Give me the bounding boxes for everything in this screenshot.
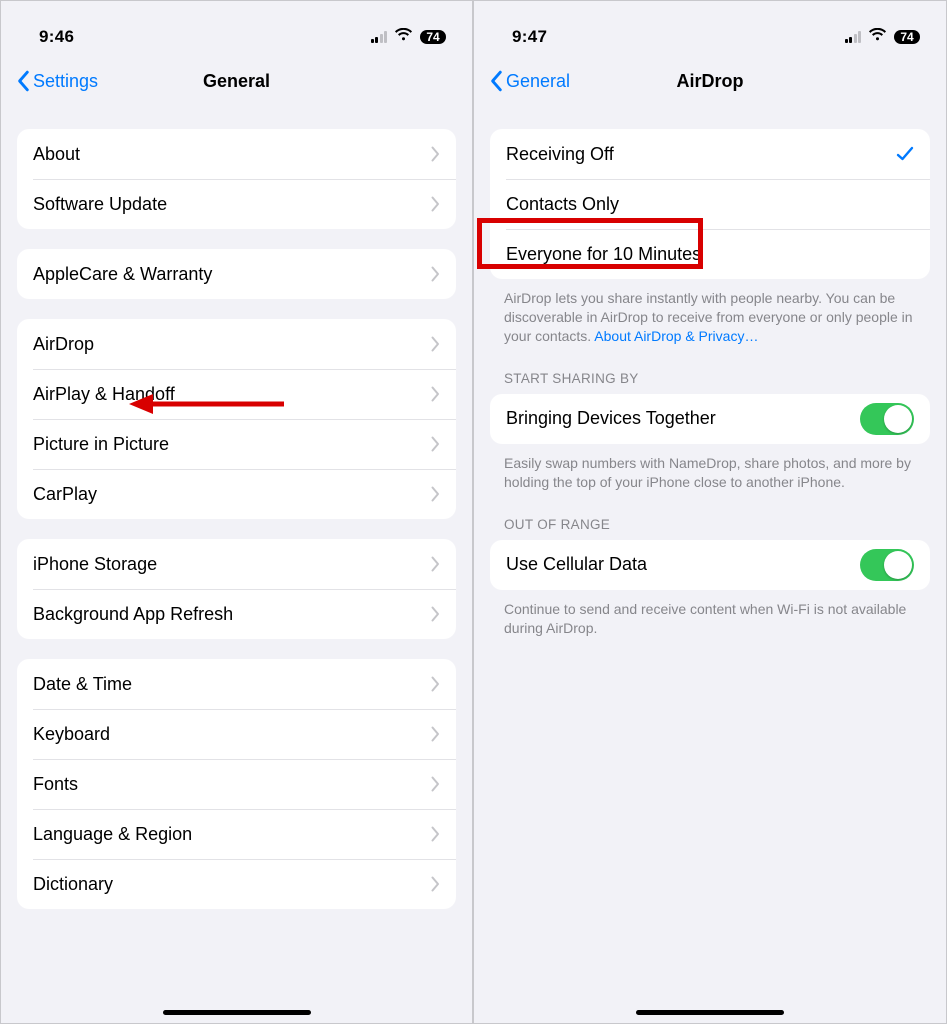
row-keyboard[interactable]: Keyboard bbox=[17, 709, 456, 759]
row-language-region[interactable]: Language & Region bbox=[17, 809, 456, 859]
section-header-out-of-range: Out of Range bbox=[474, 492, 946, 536]
back-button[interactable]: General bbox=[484, 66, 576, 96]
row-label: Receiving Off bbox=[506, 144, 896, 165]
nav-bar: General AirDrop bbox=[474, 59, 946, 103]
battery-level-icon: 74 bbox=[420, 30, 446, 44]
row-label: Picture in Picture bbox=[33, 434, 431, 455]
row-label: AppleCare & Warranty bbox=[33, 264, 431, 285]
row-label: About bbox=[33, 144, 431, 165]
row-label: Software Update bbox=[33, 194, 431, 215]
wifi-icon bbox=[868, 28, 887, 47]
chevron-right-icon bbox=[431, 556, 440, 572]
status-time: 9:46 bbox=[39, 27, 74, 47]
row-airplay-handoff[interactable]: AirPlay & Handoff bbox=[17, 369, 456, 419]
row-use-cellular-data[interactable]: Use Cellular Data bbox=[490, 540, 930, 590]
home-indicator bbox=[636, 1010, 784, 1015]
sharing-group: Bringing Devices Together bbox=[490, 394, 930, 444]
row-about[interactable]: About bbox=[17, 129, 456, 179]
row-background-app-refresh[interactable]: Background App Refresh bbox=[17, 589, 456, 639]
airdrop-description: AirDrop lets you share instantly with pe… bbox=[474, 279, 946, 346]
nav-bar: Settings General bbox=[1, 59, 472, 103]
row-label: Date & Time bbox=[33, 674, 431, 695]
chevron-right-icon bbox=[431, 826, 440, 842]
row-label: CarPlay bbox=[33, 484, 431, 505]
battery-level-icon: 74 bbox=[894, 30, 920, 44]
settings-group: About Software Update bbox=[17, 129, 456, 229]
cellular-signal-icon bbox=[845, 31, 862, 43]
chevron-right-icon bbox=[431, 606, 440, 622]
row-label: AirPlay & Handoff bbox=[33, 384, 431, 405]
row-label: Everyone for 10 Minutes bbox=[506, 244, 914, 265]
chevron-right-icon bbox=[431, 146, 440, 162]
settings-group: Date & Time Keyboard Fonts Language & Re… bbox=[17, 659, 456, 909]
row-label: Contacts Only bbox=[506, 194, 914, 215]
screen-general-settings: 9:46 74 Settings General About Software … bbox=[0, 0, 473, 1024]
row-label: Dictionary bbox=[33, 874, 431, 895]
chevron-right-icon bbox=[431, 336, 440, 352]
row-label: AirDrop bbox=[33, 334, 431, 355]
row-bringing-devices-together[interactable]: Bringing Devices Together bbox=[490, 394, 930, 444]
chevron-right-icon bbox=[431, 436, 440, 452]
airdrop-receiving-group: Receiving Off Contacts Only Everyone for… bbox=[490, 129, 930, 279]
row-label: Background App Refresh bbox=[33, 604, 431, 625]
cellular-description: Continue to send and receive content whe… bbox=[474, 590, 946, 638]
toggle-switch[interactable] bbox=[860, 403, 914, 435]
chevron-right-icon bbox=[431, 486, 440, 502]
settings-group: iPhone Storage Background App Refresh bbox=[17, 539, 456, 639]
status-bar: 9:47 74 bbox=[474, 1, 946, 59]
row-dictionary[interactable]: Dictionary bbox=[17, 859, 456, 909]
row-carplay[interactable]: CarPlay bbox=[17, 469, 456, 519]
settings-group: AppleCare & Warranty bbox=[17, 249, 456, 299]
toggle-switch[interactable] bbox=[860, 549, 914, 581]
row-airdrop[interactable]: AirDrop bbox=[17, 319, 456, 369]
section-header-sharing: Start Sharing By bbox=[474, 346, 946, 390]
chevron-right-icon bbox=[431, 386, 440, 402]
row-label: Keyboard bbox=[33, 724, 431, 745]
option-receiving-off[interactable]: Receiving Off bbox=[490, 129, 930, 179]
sharing-description: Easily swap numbers with NameDrop, share… bbox=[474, 444, 946, 492]
row-fonts[interactable]: Fonts bbox=[17, 759, 456, 809]
status-bar: 9:46 74 bbox=[1, 1, 472, 59]
checkmark-icon bbox=[896, 145, 914, 163]
chevron-right-icon bbox=[431, 676, 440, 692]
back-button-label: Settings bbox=[33, 71, 98, 92]
screen-airdrop-settings: 9:47 74 General AirDrop Receiving Off Co… bbox=[473, 0, 947, 1024]
back-button[interactable]: Settings bbox=[11, 66, 104, 96]
chevron-right-icon bbox=[431, 196, 440, 212]
row-date-time[interactable]: Date & Time bbox=[17, 659, 456, 709]
chevron-right-icon bbox=[431, 726, 440, 742]
status-icons: 74 bbox=[845, 28, 921, 47]
row-label: Language & Region bbox=[33, 824, 431, 845]
status-icons: 74 bbox=[371, 28, 447, 47]
row-applecare-warranty[interactable]: AppleCare & Warranty bbox=[17, 249, 456, 299]
cellular-group: Use Cellular Data bbox=[490, 540, 930, 590]
row-label: Use Cellular Data bbox=[506, 554, 860, 575]
chevron-right-icon bbox=[431, 876, 440, 892]
row-label: Fonts bbox=[33, 774, 431, 795]
chevron-right-icon bbox=[431, 776, 440, 792]
option-everyone-10-min[interactable]: Everyone for 10 Minutes bbox=[490, 229, 930, 279]
row-picture-in-picture[interactable]: Picture in Picture bbox=[17, 419, 456, 469]
row-software-update[interactable]: Software Update bbox=[17, 179, 456, 229]
back-button-label: General bbox=[506, 71, 570, 92]
row-iphone-storage[interactable]: iPhone Storage bbox=[17, 539, 456, 589]
cellular-signal-icon bbox=[371, 31, 388, 43]
settings-group: AirDrop AirPlay & Handoff Picture in Pic… bbox=[17, 319, 456, 519]
home-indicator bbox=[163, 1010, 311, 1015]
status-time: 9:47 bbox=[512, 27, 547, 47]
row-label: Bringing Devices Together bbox=[506, 408, 860, 429]
wifi-icon bbox=[394, 28, 413, 47]
chevron-right-icon bbox=[431, 266, 440, 282]
row-label: iPhone Storage bbox=[33, 554, 431, 575]
option-contacts-only[interactable]: Contacts Only bbox=[490, 179, 930, 229]
about-airdrop-privacy-link[interactable]: About AirDrop & Privacy… bbox=[594, 328, 758, 344]
